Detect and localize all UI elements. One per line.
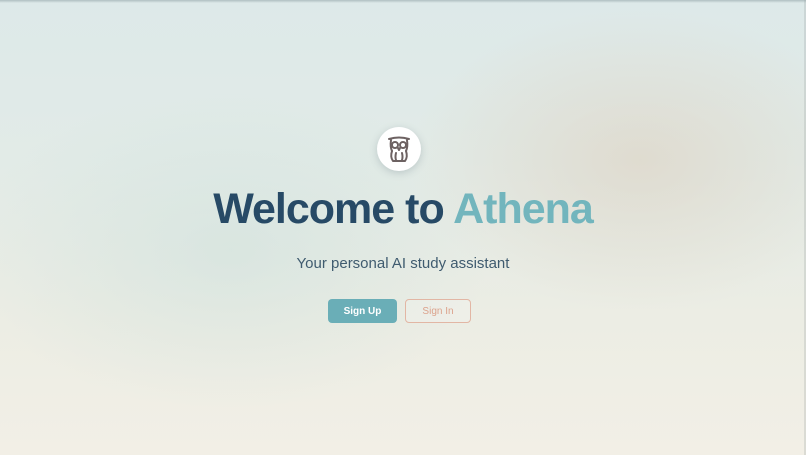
athena-logo bbox=[377, 127, 421, 171]
title-brand-text: Athena bbox=[453, 185, 594, 233]
owl-icon bbox=[386, 135, 412, 163]
tagline: Your personal AI study assistant bbox=[296, 255, 510, 272]
title-main-text: Welcome to bbox=[213, 185, 445, 233]
sign-up-button[interactable]: Sign Up bbox=[328, 299, 397, 323]
top-edge-shadow bbox=[0, 0, 806, 3]
page-title: Welcome to Athena bbox=[0, 182, 806, 236]
sign-in-button[interactable]: Sign In bbox=[405, 299, 471, 323]
